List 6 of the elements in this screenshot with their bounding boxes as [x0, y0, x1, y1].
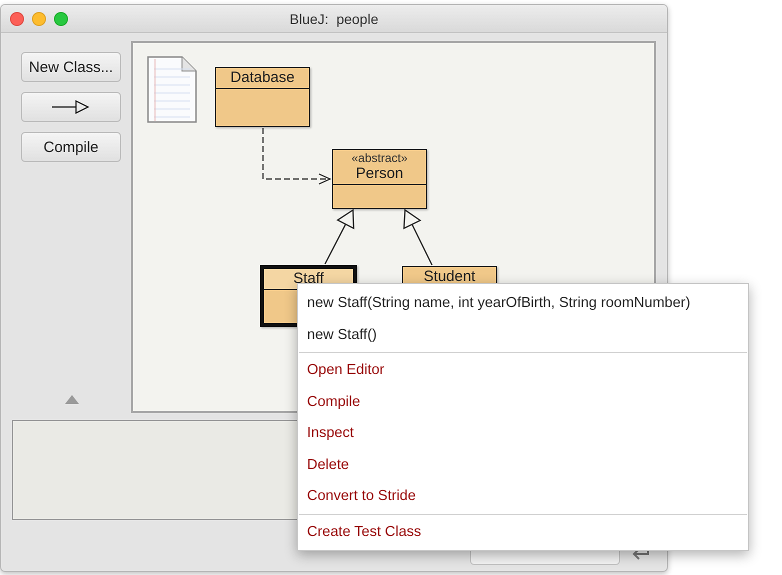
class-name: Person: [356, 165, 404, 183]
class-name: Database: [230, 69, 295, 87]
class-stereotype: «abstract»: [351, 151, 408, 165]
class-name: Staff: [293, 270, 324, 288]
class-name: Student: [424, 268, 476, 286]
window-title: BlueJ: people: [290, 10, 378, 26]
